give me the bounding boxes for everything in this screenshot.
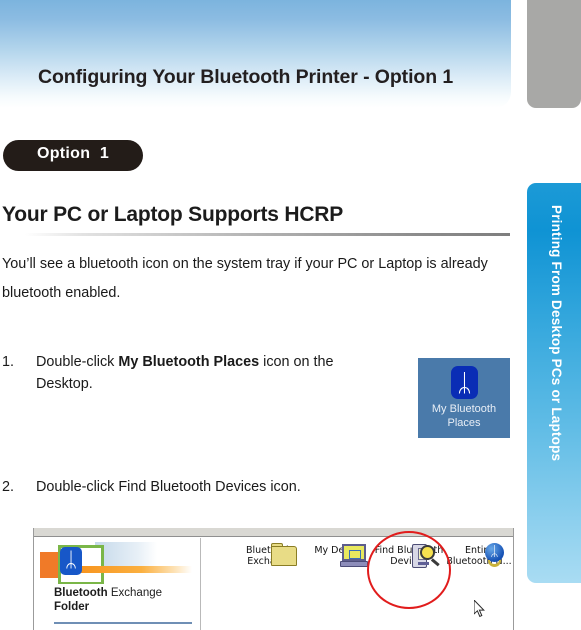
step-number: 1. xyxy=(2,354,15,370)
explorer-icon-my-device[interactable]: My Device xyxy=(302,543,376,567)
explorer-panel-underline xyxy=(54,622,192,624)
page-title: Configuring Your Bluetooth Printer - Opt… xyxy=(38,66,454,88)
section-heading: Your PC or Laptop Supports HCRP xyxy=(2,203,344,226)
mouse-cursor-icon xyxy=(474,600,485,618)
explorer-panel-title-rest: Exchange xyxy=(107,587,163,599)
intro-paragraph: You’ll see a bluetooth icon on the syste… xyxy=(2,256,488,301)
side-tab-label: Printing From Desktop PCs or Laptops xyxy=(549,205,564,462)
heading-divider xyxy=(25,233,510,236)
step-text-emphasis: My Bluetooth Places xyxy=(118,354,260,370)
banner-blue-wash xyxy=(95,542,157,566)
desktop-icon-caption-line1: My Bluetooth xyxy=(431,403,497,415)
desktop-icon-caption: My Bluetooth Places xyxy=(418,402,510,430)
explorer-left-panel: ᛦ Bluetooth Exchange Folder xyxy=(34,538,201,630)
step-number: 2. xyxy=(2,479,15,495)
step-text-before: Double-click xyxy=(36,354,119,370)
step-text-before: Double-click Find Bluetooth Devices icon… xyxy=(36,479,301,495)
bluetooth-icon: ᛦ xyxy=(60,547,82,575)
explorer-icon-entire-bluetooth-neighborhood[interactable]: ᛦ Entire Bluetooth N... xyxy=(442,543,513,567)
explorer-panel-title: Bluetooth Exchange Folder xyxy=(54,586,199,614)
step-text: Double-click My Bluetooth Places icon on… xyxy=(36,351,362,395)
desktop-icon-caption-line2: Places xyxy=(447,417,481,429)
step-item-2: 2. Double-click Find Bluetooth Devices i… xyxy=(2,476,422,498)
explorer-icon-bluetooth-exchange-folder[interactable]: Bluetooth Exchan... xyxy=(232,543,306,567)
explorer-window-screenshot: ᛦ Bluetooth Exchange Folder Bluetooth Ex… xyxy=(33,528,514,630)
step-item-1: 1. Double-click My Bluetooth Places icon… xyxy=(2,351,362,395)
bluetooth-icon: ᛦ xyxy=(451,366,478,399)
option-badge-label: Option 1 xyxy=(36,145,110,162)
explorer-toolbar xyxy=(34,528,513,537)
explorer-panel-title-bold: Bluetooth xyxy=(54,587,108,599)
explorer-panel-title-line2: Folder xyxy=(54,601,90,613)
step-text: Double-click Find Bluetooth Devices icon… xyxy=(36,476,422,498)
banner-orange-streak xyxy=(80,566,192,573)
side-tab-active-printing-from-desktop[interactable]: Printing From Desktop PCs or Laptops xyxy=(527,183,581,583)
option-badge: Option 1 xyxy=(3,140,143,171)
my-bluetooth-places-desktop-icon-figure: ᛦ My Bluetooth Places xyxy=(418,358,510,438)
bluetooth-exchange-banner-art: ᛦ xyxy=(40,542,192,584)
page-header-banner: Configuring Your Bluetooth Printer - Opt… xyxy=(0,0,511,108)
side-tab-inactive[interactable] xyxy=(527,0,581,108)
bluetooth-glyph: ᛦ xyxy=(456,368,472,397)
explorer-icon-find-bluetooth-devices[interactable]: Find Bluetooth Devices xyxy=(372,543,446,568)
